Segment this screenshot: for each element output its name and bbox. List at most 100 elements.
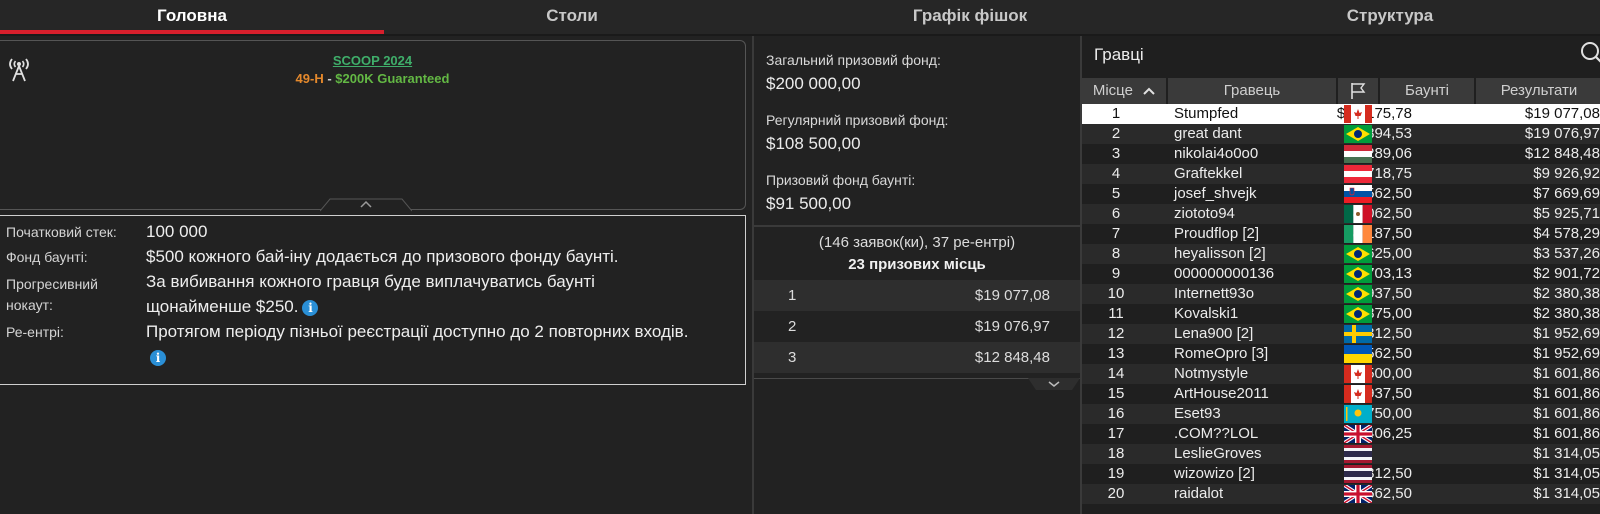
payout-rank: 3 (788, 349, 797, 366)
tournament-info-panel: Початковий стек: 100 000 Фонд баунті: $5… (0, 215, 746, 385)
player-name: Notmystyle (1174, 365, 1249, 382)
thailand-flag-icon (1344, 465, 1372, 483)
table-row[interactable]: 4 Graftekkel $2 718,75 $9 926,92 (1082, 164, 1600, 184)
table-row[interactable]: 1 Stumpfed $19 175,78 $19 077,08 (1082, 104, 1600, 124)
table-row[interactable]: 7 Proudflop [2] $1 187,50 $4 578,29 (1082, 224, 1600, 244)
tab-tables[interactable]: Столи (384, 0, 760, 34)
player-result: $12 848,48 (1524, 145, 1600, 162)
player-result: $1 601,86 (1533, 365, 1600, 382)
regular-prize-label: Регулярний призовий фонд: (766, 112, 949, 128)
table-row[interactable]: 11 Kovalski1 $1 875,00 $2 380,38 (1082, 304, 1600, 324)
player-rank: 16 (1107, 405, 1125, 422)
player-name: raidalot (1174, 485, 1224, 502)
divider (754, 225, 1080, 227)
table-row[interactable]: 16 Eset93 $1 750,00 $1 601,86 (1082, 404, 1600, 424)
player-name: heyalisson [2] (1174, 245, 1266, 262)
table-row[interactable]: 14 Notmystyle $500,00 $1 601,86 (1082, 364, 1600, 384)
table-row[interactable]: 5 josef_shvejk $3 562,50 $7 669,69 (1082, 184, 1600, 204)
column-header-bounty[interactable]: Баунті (1380, 78, 1474, 104)
player-result: $1 314,05 (1533, 485, 1600, 502)
player-rank: 15 (1107, 385, 1125, 402)
table-row[interactable]: 19 wizowizo [2] $1 312,50 $1 314,05 (1082, 464, 1600, 484)
player-result: $3 537,26 (1533, 245, 1600, 262)
info-icon[interactable]: i (302, 299, 319, 316)
player-name: 000000000136 (1174, 265, 1275, 282)
player-result: $2 380,38 (1533, 285, 1600, 302)
player-rank: 10 (1107, 285, 1125, 302)
player-name: wizowizo [2] (1174, 465, 1255, 482)
player-name: Eset93 (1174, 405, 1221, 422)
austria-flag-icon (1344, 165, 1372, 183)
players-title: Гравці (1094, 45, 1144, 64)
table-row[interactable]: 9 000000000136 $2 703,13 $2 901,72 (1082, 264, 1600, 284)
event-panel: SCOOP 2024 49-H - $200K Guaranteed (0, 40, 746, 210)
table-row[interactable]: 12 Lena900 [2] $1 312,50 $1 952,69 (1082, 324, 1600, 344)
total-prize-value: $200 000,00 (766, 74, 861, 93)
expand-payouts-button[interactable] (1028, 378, 1080, 392)
player-rank: 7 (1111, 225, 1121, 242)
collapse-panel-button[interactable] (320, 196, 412, 212)
search-icon[interactable] (1580, 41, 1600, 65)
player-rank: 4 (1111, 165, 1121, 182)
info-value-bounty-fund: $500 кожного бай-іну додається до призов… (146, 247, 619, 266)
player-name: Lena900 [2] (1174, 325, 1254, 342)
paid-places: 23 призових місць (848, 256, 986, 273)
player-result: $1 314,05 (1533, 445, 1600, 462)
table-row[interactable]: 6 ziototo94 $2 062,50 $5 925,71 (1082, 204, 1600, 224)
player-result: $4 578,29 (1533, 225, 1600, 242)
column-header-player[interactable]: Гравець (1168, 78, 1336, 104)
payout-amount: $19 076,97 (974, 318, 1050, 335)
thailand-flag-icon (1344, 445, 1372, 463)
table-row[interactable]: 20 raidalot $1 562,50 $1 314,05 (1082, 483, 1600, 505)
prize-pool-panel: Загальний призовий фонд: $200 000,00 Рег… (752, 36, 1080, 514)
player-name: josef_shvejk (1174, 185, 1257, 202)
uk-flag-icon (1343, 423, 1373, 445)
table-row[interactable]: 10 Internett93o $2 937,50 $2 380,38 (1082, 284, 1600, 304)
brazil-flag-icon (1344, 125, 1372, 143)
event-guarantee: $200K Guaranteed (335, 71, 450, 86)
table-row[interactable]: 17 .COM??LOL $4 406,25 $1 601,86 (1082, 423, 1600, 445)
player-rank: 12 (1107, 325, 1125, 342)
event-subtitle: 49-H - $200K Guaranteed (0, 71, 745, 86)
player-result: $9 926,92 (1533, 165, 1600, 182)
table-row[interactable]: 18 LeslieGroves $1 314,05 (1082, 444, 1600, 464)
player-rank: 13 (1107, 345, 1125, 362)
tab-main[interactable]: Головна (0, 0, 384, 34)
tab-structure[interactable]: Структура (1180, 0, 1600, 34)
player-name: Kovalski1 (1174, 305, 1239, 322)
player-result: $1 601,86 (1533, 405, 1600, 422)
flag-icon (1351, 83, 1366, 100)
player-name: Proudflop [2] (1174, 225, 1260, 242)
tab-chip-graph[interactable]: Графік фішок (760, 0, 1180, 34)
player-name: ziototo94 (1174, 205, 1235, 222)
player-result: $5 925,71 (1533, 205, 1600, 222)
table-row[interactable]: 13 RomeOpro [3] $2 562,50 $1 952,69 (1082, 344, 1600, 364)
event-series-link[interactable]: SCOOP 2024 (333, 53, 412, 68)
column-header-country[interactable] (1338, 78, 1378, 104)
table-row[interactable]: 3 nikolai4o0o0 $6 289,06 $12 848,48 (1082, 144, 1600, 164)
player-name: RomeOpro [3] (1174, 345, 1269, 362)
player-rank: 6 (1111, 205, 1121, 222)
player-result: $1 314,05 (1533, 465, 1600, 482)
player-result: $1 952,69 (1533, 325, 1600, 342)
info-label-reentry: Ре-ентрі: (6, 324, 64, 340)
player-rank: 19 (1107, 465, 1125, 482)
table-row[interactable]: 15 ArtHouse2011 $937,50 $1 601,86 (1082, 384, 1600, 404)
player-result: $7 669,69 (1533, 185, 1600, 202)
player-rank: 20 (1107, 485, 1125, 502)
table-row[interactable]: 8 heyalisson [2] $1 625,00 $3 537,26 (1082, 244, 1600, 264)
player-name: LeslieGroves (1174, 445, 1262, 462)
player-result: $1 601,86 (1533, 425, 1600, 442)
table-row[interactable]: 2 great dant $3 894,53 $19 076,97 (1082, 124, 1600, 144)
column-header-place[interactable]: Місце (1082, 78, 1166, 104)
uk-flag-icon (1343, 483, 1373, 505)
tab-bar: Головна Столи Графік фішок Структура (0, 0, 1600, 36)
player-rank: 18 (1107, 445, 1125, 462)
payout-amount: $19 077,08 (974, 287, 1050, 304)
player-name: .COM??LOL (1174, 425, 1259, 442)
kazakhstan-flag-icon (1344, 405, 1372, 423)
info-icon[interactable]: i (150, 349, 166, 366)
brazil-flag-icon (1344, 285, 1372, 303)
payout-rank: 1 (788, 287, 797, 304)
column-header-results[interactable]: Результати (1476, 78, 1600, 104)
